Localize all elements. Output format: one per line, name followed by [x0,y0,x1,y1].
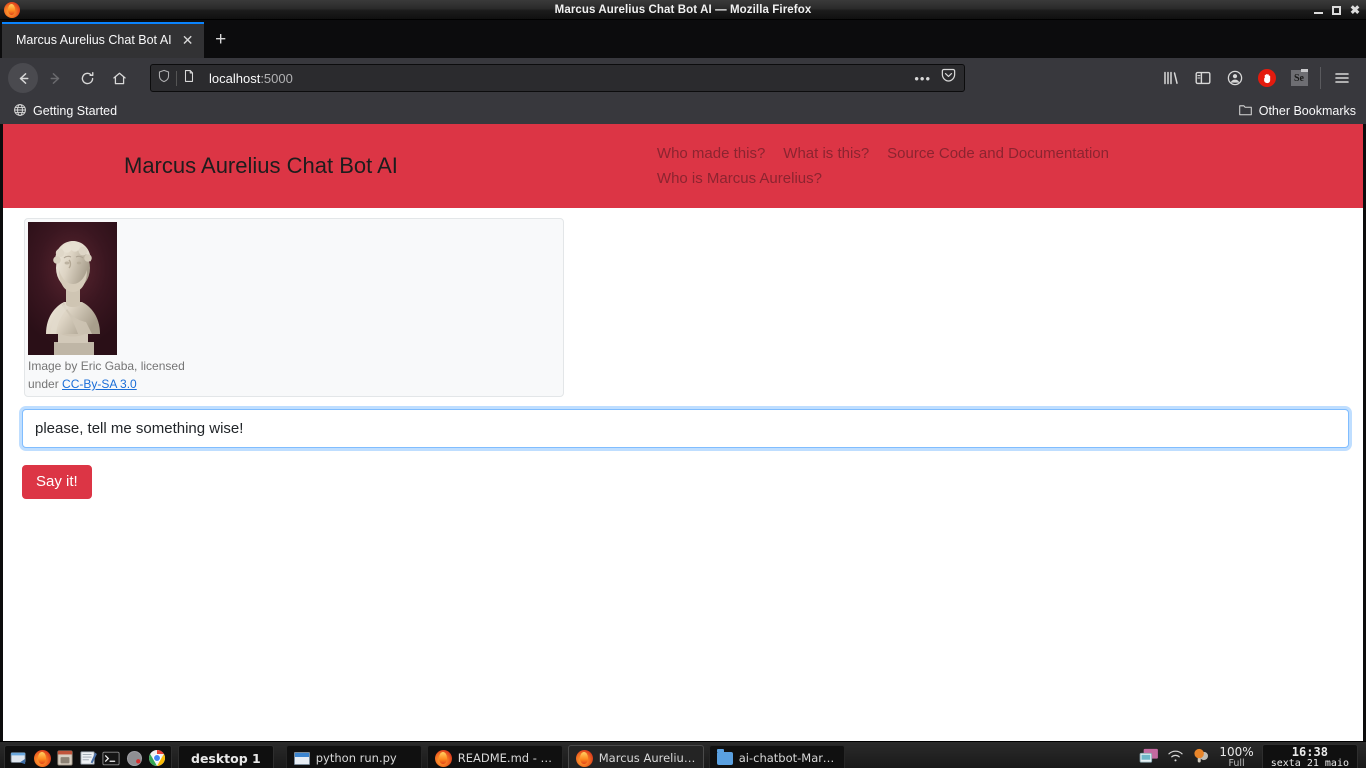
url-bar-icons [157,69,202,88]
chrome-icon[interactable] [147,748,167,768]
tab-strip: Marcus Aurelius Chat Bot AI ✕ + [0,20,1366,58]
image-caption: Image by Eric Gaba, licensed under CC-By… [28,355,560,393]
task-label: Marcus Aurelius C... [598,751,696,765]
folder-icon [716,748,733,765]
terminal-icon[interactable] [101,748,121,768]
home-icon[interactable] [104,63,134,93]
marcus-aurelius-bust-image [28,222,117,355]
url-bar[interactable]: localhost:5000 ••• [150,64,965,92]
nav-link-who-is-marcus-aurelius[interactable]: Who is Marcus Aurelius? [648,170,831,187]
chat-input[interactable] [22,409,1349,448]
browser-tab-active[interactable]: Marcus Aurelius Chat Bot AI ✕ [2,22,204,58]
task-list: python run.py README.md - Grip... Marcus… [285,744,845,768]
brightness-icon[interactable] [1192,747,1211,768]
navigation-toolbar: localhost:5000 ••• Se [0,58,1366,98]
bookmark-label: Getting Started [33,104,118,118]
window-switcher-icon[interactable] [9,748,29,768]
say-it-button[interactable]: Say it! [22,465,92,499]
url-text[interactable]: localhost:5000 [202,71,914,86]
system-taskbar: desktop 1 python run.py README.md - Grip… [0,741,1366,768]
chat-form: Say it! [3,397,1363,499]
app-menu-icon[interactable] [1326,63,1358,93]
toolbar-divider [1320,67,1321,89]
firefox-icon[interactable] [32,748,52,768]
wifi-icon[interactable] [1167,749,1184,768]
url-bar-actions: ••• [914,67,960,89]
back-arrow-icon[interactable] [8,63,38,93]
system-tray: 100% Full 16:38 sexta 21 maio [1139,743,1362,768]
firefox-icon [575,749,593,767]
task-button-marcus-aurelius[interactable]: Marcus Aurelius C... [567,744,704,768]
close-icon[interactable]: ✕ [180,33,196,47]
display-icon[interactable] [1139,748,1159,768]
browser-chrome: Marcus Aurelius Chat Bot AI ✕ + localhos… [0,20,1366,124]
battery-percent: 100% [1219,745,1254,759]
url-divider [176,70,177,86]
maximize-button[interactable] [1331,5,1341,15]
task-button-readme[interactable]: README.md - Grip... [426,744,563,768]
bookmarks-toolbar: Getting Started Other Bookmarks [0,98,1366,124]
close-button[interactable]: ✖ [1350,4,1360,16]
folder-icon [1238,103,1253,120]
launcher-tray [4,744,172,768]
other-bookmarks-button[interactable]: Other Bookmarks [1238,103,1356,120]
task-button-python[interactable]: python run.py [285,744,422,768]
url-host: localhost [209,70,261,86]
clock-date: sexta 21 maio [1270,758,1349,768]
page-content: Marcus Aurelius Chat Bot AI Who made thi… [3,124,1363,741]
caption-line-2-prefix: under [28,377,63,391]
task-button-ai-chatbot-folder[interactable]: ai-chatbot-Marcu... [708,744,845,768]
tab-title: Marcus Aurelius Chat Bot AI [16,33,172,47]
globe-icon [13,103,27,120]
window-title: Marcus Aurelius Chat Bot AI — Mozilla Fi… [554,3,812,16]
url-port: :5000 [260,70,293,86]
caption-line-1: Image by Eric Gaba, licensed [28,359,185,373]
minimize-button[interactable] [1313,11,1323,14]
selenium-ide-icon[interactable]: Se [1283,63,1315,93]
nav-link-source-code[interactable]: Source Code and Documentation [878,145,1118,162]
license-link[interactable]: CC-By-SA 3.0 [62,377,137,391]
clock-time: 16:38 [1291,745,1328,759]
page-viewport: Marcus Aurelius Chat Bot AI Who made thi… [0,124,1366,741]
media-icon[interactable] [124,748,144,768]
firefox-icon [434,749,452,767]
nav-link-what-is-this[interactable]: What is this? [774,145,878,162]
reload-icon[interactable] [72,63,102,93]
desktop-switcher[interactable]: desktop 1 [178,744,274,768]
task-label: ai-chatbot-Marcu... [738,751,837,765]
task-label: README.md - Grip... [457,751,555,765]
tracking-protection-shield-icon[interactable] [157,69,171,88]
library-icon[interactable] [1155,63,1187,93]
site-header: Marcus Aurelius Chat Bot AI Who made thi… [3,124,1363,208]
pocket-icon[interactable] [940,67,957,89]
battery-status[interactable]: 100% Full [1219,745,1254,768]
forward-arrow-icon[interactable] [40,63,70,93]
selenium-badge-label: Se [1290,69,1308,86]
page-actions-icon[interactable]: ••• [914,71,931,86]
other-bookmarks-label: Other Bookmarks [1258,104,1356,118]
chat-card: Image by Eric Gaba, licensed under CC-By… [24,218,564,397]
window-titlebar: Marcus Aurelius Chat Bot AI — Mozilla Fi… [0,0,1366,20]
page-title[interactable]: Marcus Aurelius Chat Bot AI [124,153,398,179]
window-controls: ✖ [1313,0,1360,20]
clock[interactable]: 16:38 sexta 21 maio [1261,743,1358,768]
sidebar-icon[interactable] [1187,63,1219,93]
battery-state: Full [1228,758,1245,768]
text-editor-icon[interactable] [78,748,98,768]
site-nav: Who made this? What is this? Source Code… [648,145,1128,187]
main-content: Image by Eric Gaba, licensed under CC-By… [3,208,1363,397]
new-tab-button[interactable]: + [204,22,238,58]
account-icon[interactable] [1219,63,1251,93]
ublock-hand-icon[interactable] [1251,63,1283,93]
bookmark-getting-started[interactable]: Getting Started [8,101,122,122]
toolbar-icons: Se [1155,63,1358,93]
file-manager-icon[interactable] [55,748,75,768]
task-label: python run.py [315,751,397,765]
window-icon [293,751,310,765]
nav-link-who-made-this[interactable]: Who made this? [648,145,774,162]
page-document-icon [182,69,196,88]
